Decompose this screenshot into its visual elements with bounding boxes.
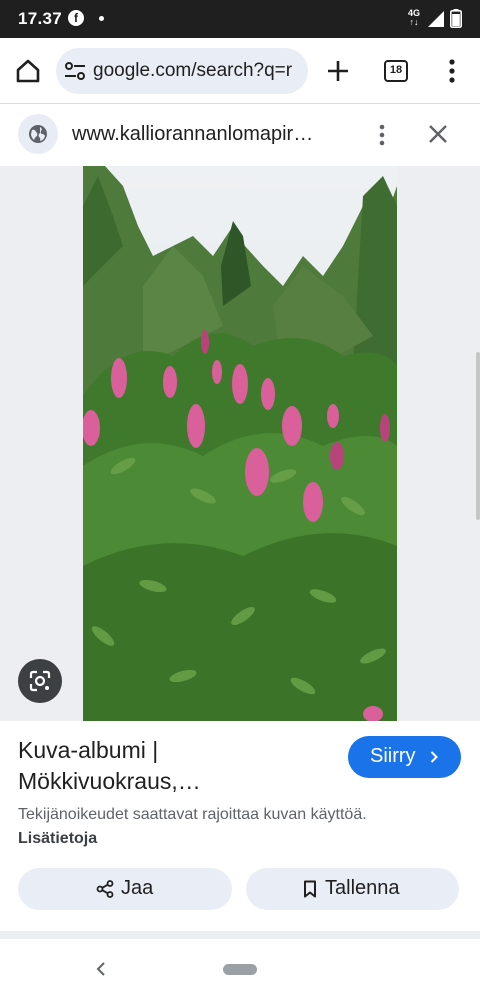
result-title-line-1[interactable]: Kuva-albumi | xyxy=(18,735,318,766)
new-tab-icon[interactable] xyxy=(324,57,352,85)
chevron-right-icon xyxy=(430,751,438,763)
source-domain[interactable]: www.kalliorannanlomapir… xyxy=(72,123,342,146)
signal-icon xyxy=(428,11,444,27)
notification-dot-icon xyxy=(99,16,104,21)
status-time: 17.37 xyxy=(18,9,63,28)
save-button[interactable]: Tallenna xyxy=(246,868,459,910)
tab-switcher-icon[interactable]: 18 xyxy=(384,60,408,82)
save-label: Tallenna xyxy=(325,877,400,899)
home-icon[interactable] xyxy=(14,57,42,85)
globe-icon xyxy=(18,114,58,154)
image-source-row: www.kalliorannanlomapir… xyxy=(0,104,480,166)
facebook-icon: f xyxy=(68,10,84,26)
system-navigation-bar xyxy=(0,939,480,998)
share-button[interactable]: Jaa xyxy=(18,868,232,910)
scrollbar[interactable] xyxy=(476,352,480,520)
close-icon[interactable] xyxy=(426,122,450,146)
home-gesture-handle[interactable] xyxy=(223,964,257,975)
overflow-menu-icon[interactable] xyxy=(440,58,464,84)
result-title[interactable]: Kuva-albumi | Mökkivuokraus,… xyxy=(18,735,318,797)
address-bar[interactable]: google.com/search?q=r xyxy=(56,48,308,94)
result-info-panel: Kuva-albumi | Mökkivuokraus,… Siirry Tek… xyxy=(0,721,480,931)
share-icon xyxy=(96,880,114,898)
result-image[interactable] xyxy=(83,166,397,721)
copyright-text: Tekijänoikeudet saattavat rajoittaa kuva… xyxy=(18,806,367,823)
bookmark-icon xyxy=(304,880,316,898)
copyright-notice: Tekijänoikeudet saattavat rajoittaa kuva… xyxy=(18,803,368,851)
site-settings-icon[interactable] xyxy=(64,61,86,81)
battery-icon xyxy=(450,9,462,28)
visit-button[interactable]: Siirry xyxy=(348,736,461,778)
status-bar: 17.37 f 4G ↑↓ xyxy=(0,0,480,38)
share-label: Jaa xyxy=(121,877,154,899)
result-title-line-2[interactable]: Mökkivuokraus,… xyxy=(18,766,318,797)
browser-toolbar: google.com/search?q=r 18 xyxy=(0,38,480,104)
image-viewer[interactable] xyxy=(0,166,480,721)
google-lens-icon[interactable] xyxy=(18,659,62,703)
more-info-link[interactable]: Lisätietoja xyxy=(18,830,97,847)
url-text[interactable]: google.com/search?q=r xyxy=(93,60,292,82)
section-separator xyxy=(0,931,480,939)
more-vert-icon[interactable] xyxy=(370,122,394,148)
network-type: 4G ↑↓ xyxy=(408,8,421,27)
back-icon[interactable] xyxy=(96,961,106,977)
visit-button-label: Siirry xyxy=(370,745,416,767)
